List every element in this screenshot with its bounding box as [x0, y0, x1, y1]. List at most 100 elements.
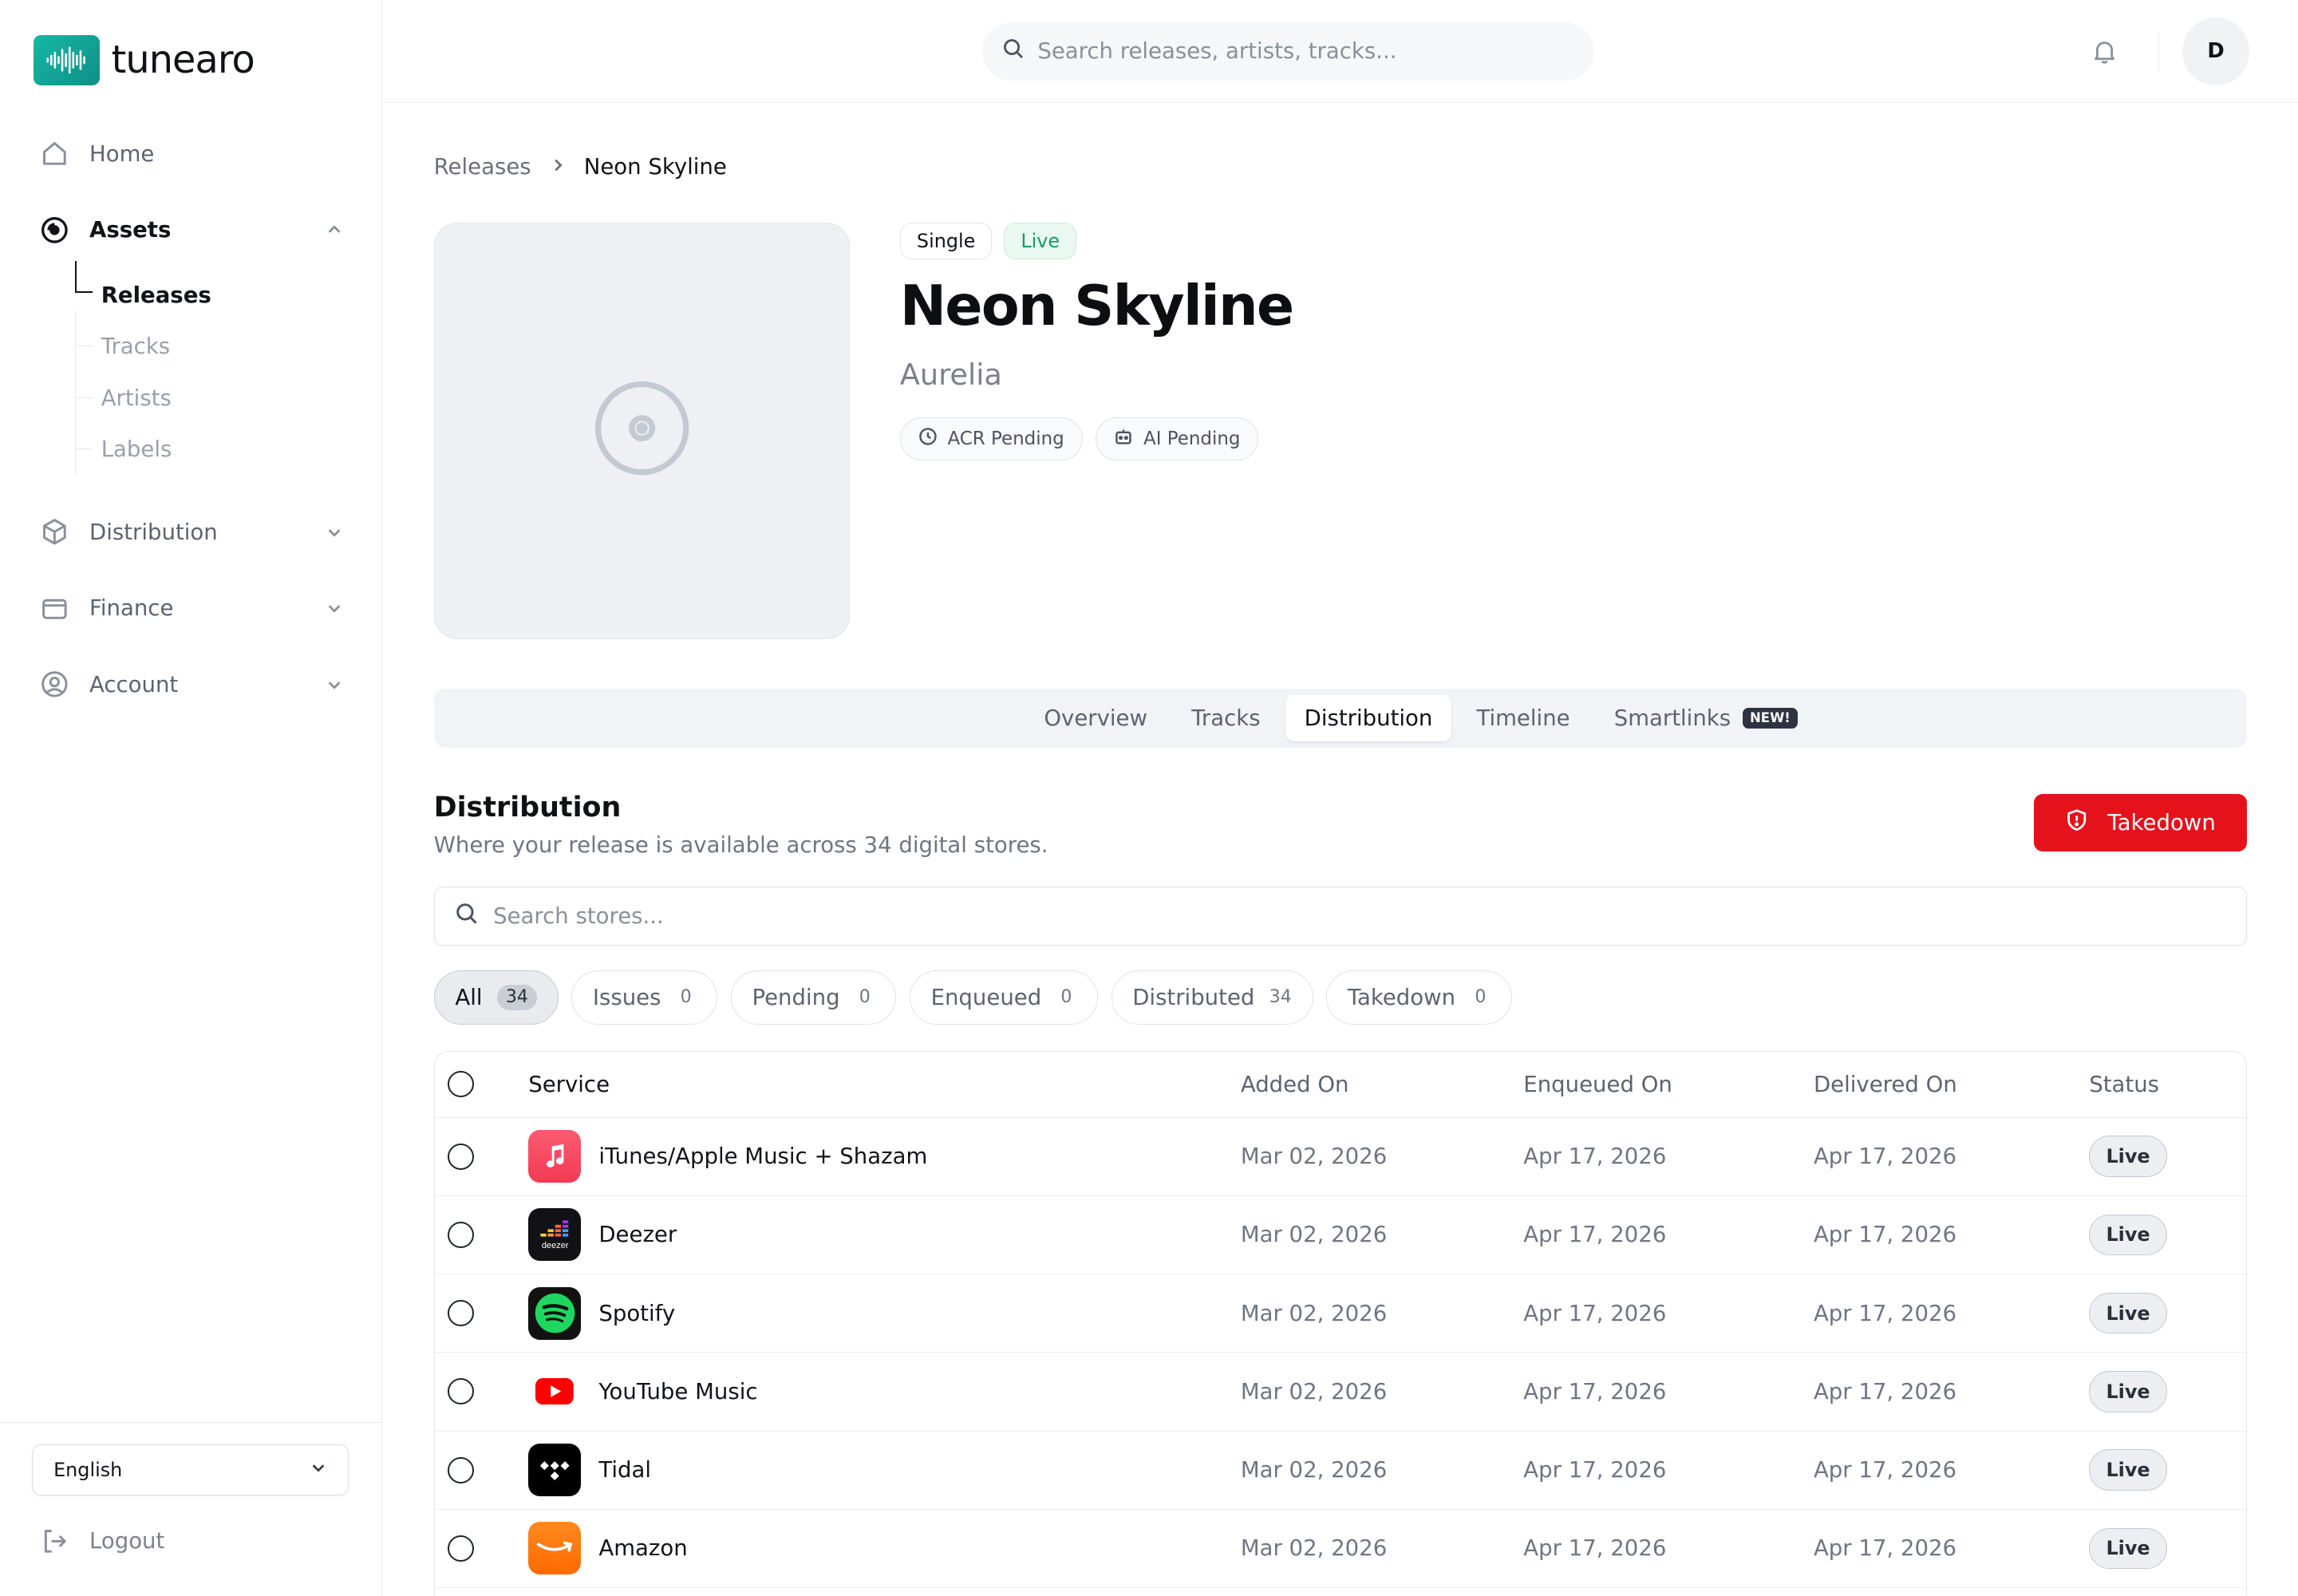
tab-tracks[interactable]: Tracks — [1172, 695, 1279, 742]
row-checkbox[interactable] — [448, 1378, 475, 1405]
delivered-date: Apr 17, 2026 — [1813, 1378, 1957, 1404]
tab-distribution[interactable]: Distribution — [1285, 694, 1452, 742]
filter-label: Pending — [752, 984, 840, 1010]
header-divider — [2158, 32, 2159, 71]
tab-timeline[interactable]: Timeline — [1458, 695, 1589, 742]
filter-count: 34 — [1269, 987, 1292, 1008]
status-badge: Live — [2089, 1214, 2167, 1256]
sidebar-item-label: Finance — [89, 595, 174, 622]
store-search-input[interactable]: Search stores... — [433, 887, 2247, 946]
spotify-icon — [528, 1286, 582, 1340]
tab-smartlinks[interactable]: Smartlinks NEW! — [1595, 695, 1817, 742]
sidebar-subitem-labels[interactable]: Labels — [74, 424, 383, 475]
release-cover-placeholder — [433, 223, 851, 639]
table-row[interactable]: Amazon Mar 02, 2026 Apr 17, 2026 Apr 17,… — [434, 1510, 2246, 1589]
logout-button[interactable]: Logout — [40, 1519, 165, 1563]
chevron-down-icon[interactable] — [324, 674, 345, 695]
apple-music-icon — [528, 1130, 582, 1183]
disc-icon — [40, 215, 69, 245]
table-row[interactable]: deezer Deezer Mar 02, 2026 Apr 17, 2026 … — [434, 1196, 2246, 1275]
sidebar-subitem-artists[interactable]: Artists — [74, 372, 383, 423]
chevron-up-icon[interactable] — [324, 219, 345, 240]
ai-status-badge: AI Pending — [1096, 417, 1259, 460]
filter-all[interactable]: All 34 — [433, 970, 559, 1025]
search-placeholder: Search releases, artists, tracks... — [1037, 38, 1397, 65]
row-checkbox[interactable] — [448, 1300, 475, 1327]
enqueued-date: Apr 17, 2026 — [1523, 1144, 1667, 1170]
table-row[interactable]: iTunes/Apple Music + Shazam Mar 02, 2026… — [434, 1118, 2246, 1196]
delivered-date: Apr 17, 2026 — [1813, 1144, 1957, 1170]
filter-issues[interactable]: Issues 0 — [571, 970, 718, 1025]
filter-label: Enqueued — [930, 984, 1042, 1010]
app-root: tunearo Home Assets Releases Tracks Arti… — [0, 0, 2298, 1596]
tab-smartlinks-label: Smartlinks — [1613, 705, 1731, 731]
release-artist[interactable]: Aurelia — [900, 358, 1002, 392]
subitem-label: Labels — [101, 436, 172, 462]
sidebar-subitem-releases[interactable]: Releases — [74, 260, 383, 321]
brand-logo[interactable]: tunearo — [34, 35, 255, 85]
table-row[interactable]: Tidal Mar 02, 2026 Apr 17, 2026 Apr 17, … — [434, 1432, 2246, 1510]
sidebar-item-distribution[interactable]: Distribution — [0, 496, 382, 569]
column-header-added[interactable]: Added On — [1241, 1072, 1523, 1097]
table-row[interactable]: Spotify Mar 02, 2026 Apr 17, 2026 Apr 17… — [434, 1274, 2246, 1353]
row-checkbox[interactable] — [448, 1221, 475, 1248]
row-checkbox[interactable] — [448, 1535, 475, 1562]
home-icon — [40, 139, 69, 168]
filter-takedown[interactable]: Takedown 0 — [1326, 970, 1512, 1025]
sidebar-subitem-tracks[interactable]: Tracks — [74, 321, 383, 372]
acr-status-badge: ACR Pending — [899, 417, 1083, 460]
global-search-input[interactable]: Search releases, artists, tracks... — [981, 22, 1595, 81]
enqueued-date: Apr 17, 2026 — [1523, 1222, 1667, 1248]
sidebar-item-label: Home — [89, 140, 155, 167]
disc-placeholder-icon — [594, 380, 690, 482]
breadcrumb-releases-link[interactable]: Releases — [434, 154, 531, 180]
sidebar-item-finance[interactable]: Finance — [0, 571, 382, 645]
delivered-date: Apr 17, 2026 — [1813, 1300, 1957, 1326]
takedown-button[interactable]: Takedown — [2034, 794, 2247, 852]
service-name: Spotify — [598, 1300, 676, 1326]
column-header-delivered[interactable]: Delivered On — [1814, 1072, 2089, 1097]
user-circle-icon — [40, 670, 69, 699]
takedown-label: Takedown — [2107, 810, 2216, 836]
subitem-label: Artists — [101, 385, 172, 411]
table-row[interactable]: YouTube Music Mar 02, 2026 Apr 17, 2026 … — [434, 1353, 2246, 1432]
section-title: Distribution — [433, 791, 622, 824]
ai-status-label: AI Pending — [1143, 429, 1241, 450]
added-date: Mar 02, 2026 — [1240, 1378, 1388, 1404]
notification-bell-icon[interactable] — [2090, 37, 2119, 66]
filter-count: 0 — [1060, 987, 1072, 1008]
sidebar-item-home[interactable]: Home — [0, 117, 382, 191]
status-badge: Live — [2089, 1292, 2167, 1334]
chevron-down-icon[interactable] — [324, 598, 345, 618]
filter-count: 34 — [496, 984, 537, 1011]
column-header-status[interactable]: Status — [2089, 1072, 2245, 1097]
service-name: iTunes/Apple Music + Shazam — [598, 1144, 928, 1170]
user-avatar[interactable]: D — [2182, 18, 2250, 85]
logout-label: Logout — [89, 1528, 165, 1555]
breadcrumb: Releases Neon Skyline — [434, 154, 727, 180]
select-all-checkbox[interactable] — [448, 1071, 475, 1098]
service-name: YouTube Music — [598, 1378, 758, 1404]
row-checkbox[interactable] — [448, 1143, 475, 1170]
brand-name: tunearo — [111, 38, 255, 82]
filter-enqueued[interactable]: Enqueued 0 — [909, 970, 1098, 1025]
filter-pending[interactable]: Pending 0 — [730, 970, 897, 1025]
section-subtitle: Where your release is available across 3… — [433, 832, 1048, 859]
release-tabs: Overview Tracks Distribution Timeline Sm… — [433, 689, 2247, 748]
tab-overview[interactable]: Overview — [1025, 695, 1166, 742]
avatar-initial: D — [2207, 39, 2225, 64]
column-header-enqueued[interactable]: Enqueued On — [1523, 1072, 1814, 1097]
added-date: Mar 02, 2026 — [1240, 1300, 1388, 1326]
language-select[interactable]: English — [32, 1444, 349, 1496]
sidebar: tunearo Home Assets Releases Tracks Arti… — [0, 0, 383, 1596]
wallet-icon — [40, 594, 69, 623]
row-checkbox[interactable] — [448, 1456, 475, 1483]
sidebar-item-assets[interactable]: Assets — [0, 193, 382, 267]
chevron-down-icon[interactable] — [324, 522, 345, 543]
filter-distributed[interactable]: Distributed 34 — [1111, 970, 1313, 1025]
status-filters: All 34 Issues 0 Pending 0 Enqueued 0 Dis… — [433, 970, 1512, 1025]
bot-icon — [1114, 427, 1133, 451]
delivered-date: Apr 17, 2026 — [1813, 1222, 1957, 1248]
column-header-service[interactable]: Service — [528, 1072, 1241, 1097]
sidebar-item-account[interactable]: Account — [0, 648, 382, 721]
